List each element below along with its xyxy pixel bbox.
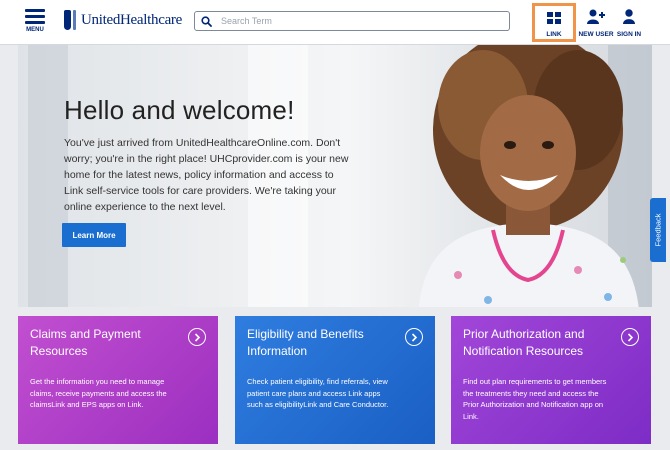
card-title: Claims and Payment Resources xyxy=(30,327,141,358)
card-description: Find out plan requirements to get member… xyxy=(463,377,607,421)
menu-button[interactable]: MENU xyxy=(22,7,48,37)
link-button[interactable]: LINK xyxy=(532,3,576,42)
chevron-right-icon[interactable] xyxy=(621,328,639,346)
unitedhealthcare-logo[interactable]: UnitedHealthcare xyxy=(64,9,182,31)
user-icon xyxy=(623,9,635,28)
link-label: LINK xyxy=(546,31,562,38)
top-navigation-bar: MENU UnitedHealthcare LINK NEW USER SIGN… xyxy=(0,0,670,45)
care-provider-photo xyxy=(418,45,639,307)
menu-label: MENU xyxy=(26,27,44,33)
sign-in-label: SIGN IN xyxy=(616,31,642,38)
card-title: Prior Authorization and Notification Res… xyxy=(463,327,585,358)
hero-banner: Hello and welcome! You've just arrived f… xyxy=(18,45,652,307)
logo-shield-icon xyxy=(64,10,71,30)
search-icon[interactable] xyxy=(201,14,215,28)
eligibility-benefits-card[interactable]: Eligibility and Benefits Information Che… xyxy=(235,316,435,444)
card-title: Eligibility and Benefits Information xyxy=(247,327,364,358)
new-user-button[interactable]: NEW USER xyxy=(578,9,614,38)
logo-text: UnitedHealthcare xyxy=(81,11,182,28)
sign-in-button[interactable]: SIGN IN xyxy=(614,9,644,38)
search-box[interactable] xyxy=(194,11,510,31)
card-description: Get the information you need to manage c… xyxy=(30,377,167,409)
hamburger-icon xyxy=(25,9,45,12)
learn-more-button[interactable]: Learn More xyxy=(62,223,126,247)
add-user-icon xyxy=(587,9,605,28)
chevron-right-icon[interactable] xyxy=(405,328,423,346)
chevron-right-icon[interactable] xyxy=(188,328,206,346)
feedback-tab[interactable]: Feedback xyxy=(650,198,666,262)
grid-icon xyxy=(547,11,561,28)
prior-authorization-card[interactable]: Prior Authorization and Notification Res… xyxy=(451,316,651,444)
hero-title: Hello and welcome! xyxy=(64,95,295,125)
hero-description: You've just arrived from UnitedHealthcar… xyxy=(64,137,349,213)
search-input[interactable] xyxy=(221,16,501,26)
feedback-label: Feedback xyxy=(653,213,663,247)
new-user-label: NEW USER xyxy=(578,31,614,38)
claims-payment-card[interactable]: Claims and Payment Resources Get the inf… xyxy=(18,316,218,444)
card-description: Check patient eligibility, find referral… xyxy=(247,377,389,409)
